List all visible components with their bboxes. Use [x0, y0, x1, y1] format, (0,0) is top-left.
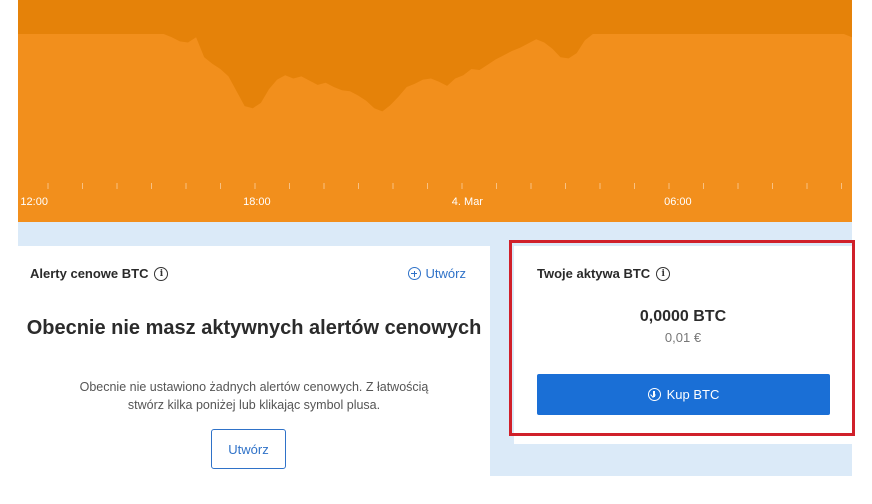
btc-balance: 0,0000 BTC: [639, 308, 727, 325]
btc-assets-card: Twoje aktywa BTC i 0,0000 BTC 0,01 € Kup…: [514, 246, 852, 444]
alerts-card-title: Alerty cenowe BTC i: [30, 266, 169, 281]
buy-btc-button[interactable]: Kup BTC: [537, 374, 830, 415]
no-alerts-description: Obecnie nie ustawiono żadnych alertów ce…: [79, 380, 429, 412]
x-tick-label: 12:00: [20, 196, 48, 208]
x-tick-label: 06:00: [664, 196, 692, 208]
buy-btc-label: Kup BTC: [666, 387, 720, 402]
price-chart-svg: 12:00 18:00 4. Mar 06:00: [18, 0, 852, 222]
price-alerts-card: Alerty cenowe BTC i Utwórz Obecnie nie m…: [18, 246, 490, 476]
create-alert-button[interactable]: Utwórz: [211, 429, 286, 469]
assets-title-text: Twoje aktywa BTC: [537, 266, 651, 281]
no-alerts-heading: Obecnie nie masz aktywnych alertów cenow…: [26, 317, 482, 339]
info-icon[interactable]: i: [154, 266, 169, 281]
plus-circle-icon: [407, 267, 421, 280]
alerts-title-text: Alerty cenowe BTC: [30, 266, 149, 281]
info-icon[interactable]: i: [656, 266, 671, 281]
price-chart[interactable]: 12:00 18:00 4. Mar 06:00: [18, 0, 852, 222]
x-tick-label: 18:00: [243, 196, 271, 208]
assets-card-title: Twoje aktywa BTC i: [537, 266, 671, 281]
download-circle-icon: [647, 388, 661, 401]
fiat-balance: 0,01 €: [664, 330, 702, 345]
x-tick-label: 4. Mar: [452, 196, 484, 208]
create-alert-link-label: Utwórz: [425, 266, 466, 281]
create-alert-link[interactable]: Utwórz: [407, 266, 466, 281]
